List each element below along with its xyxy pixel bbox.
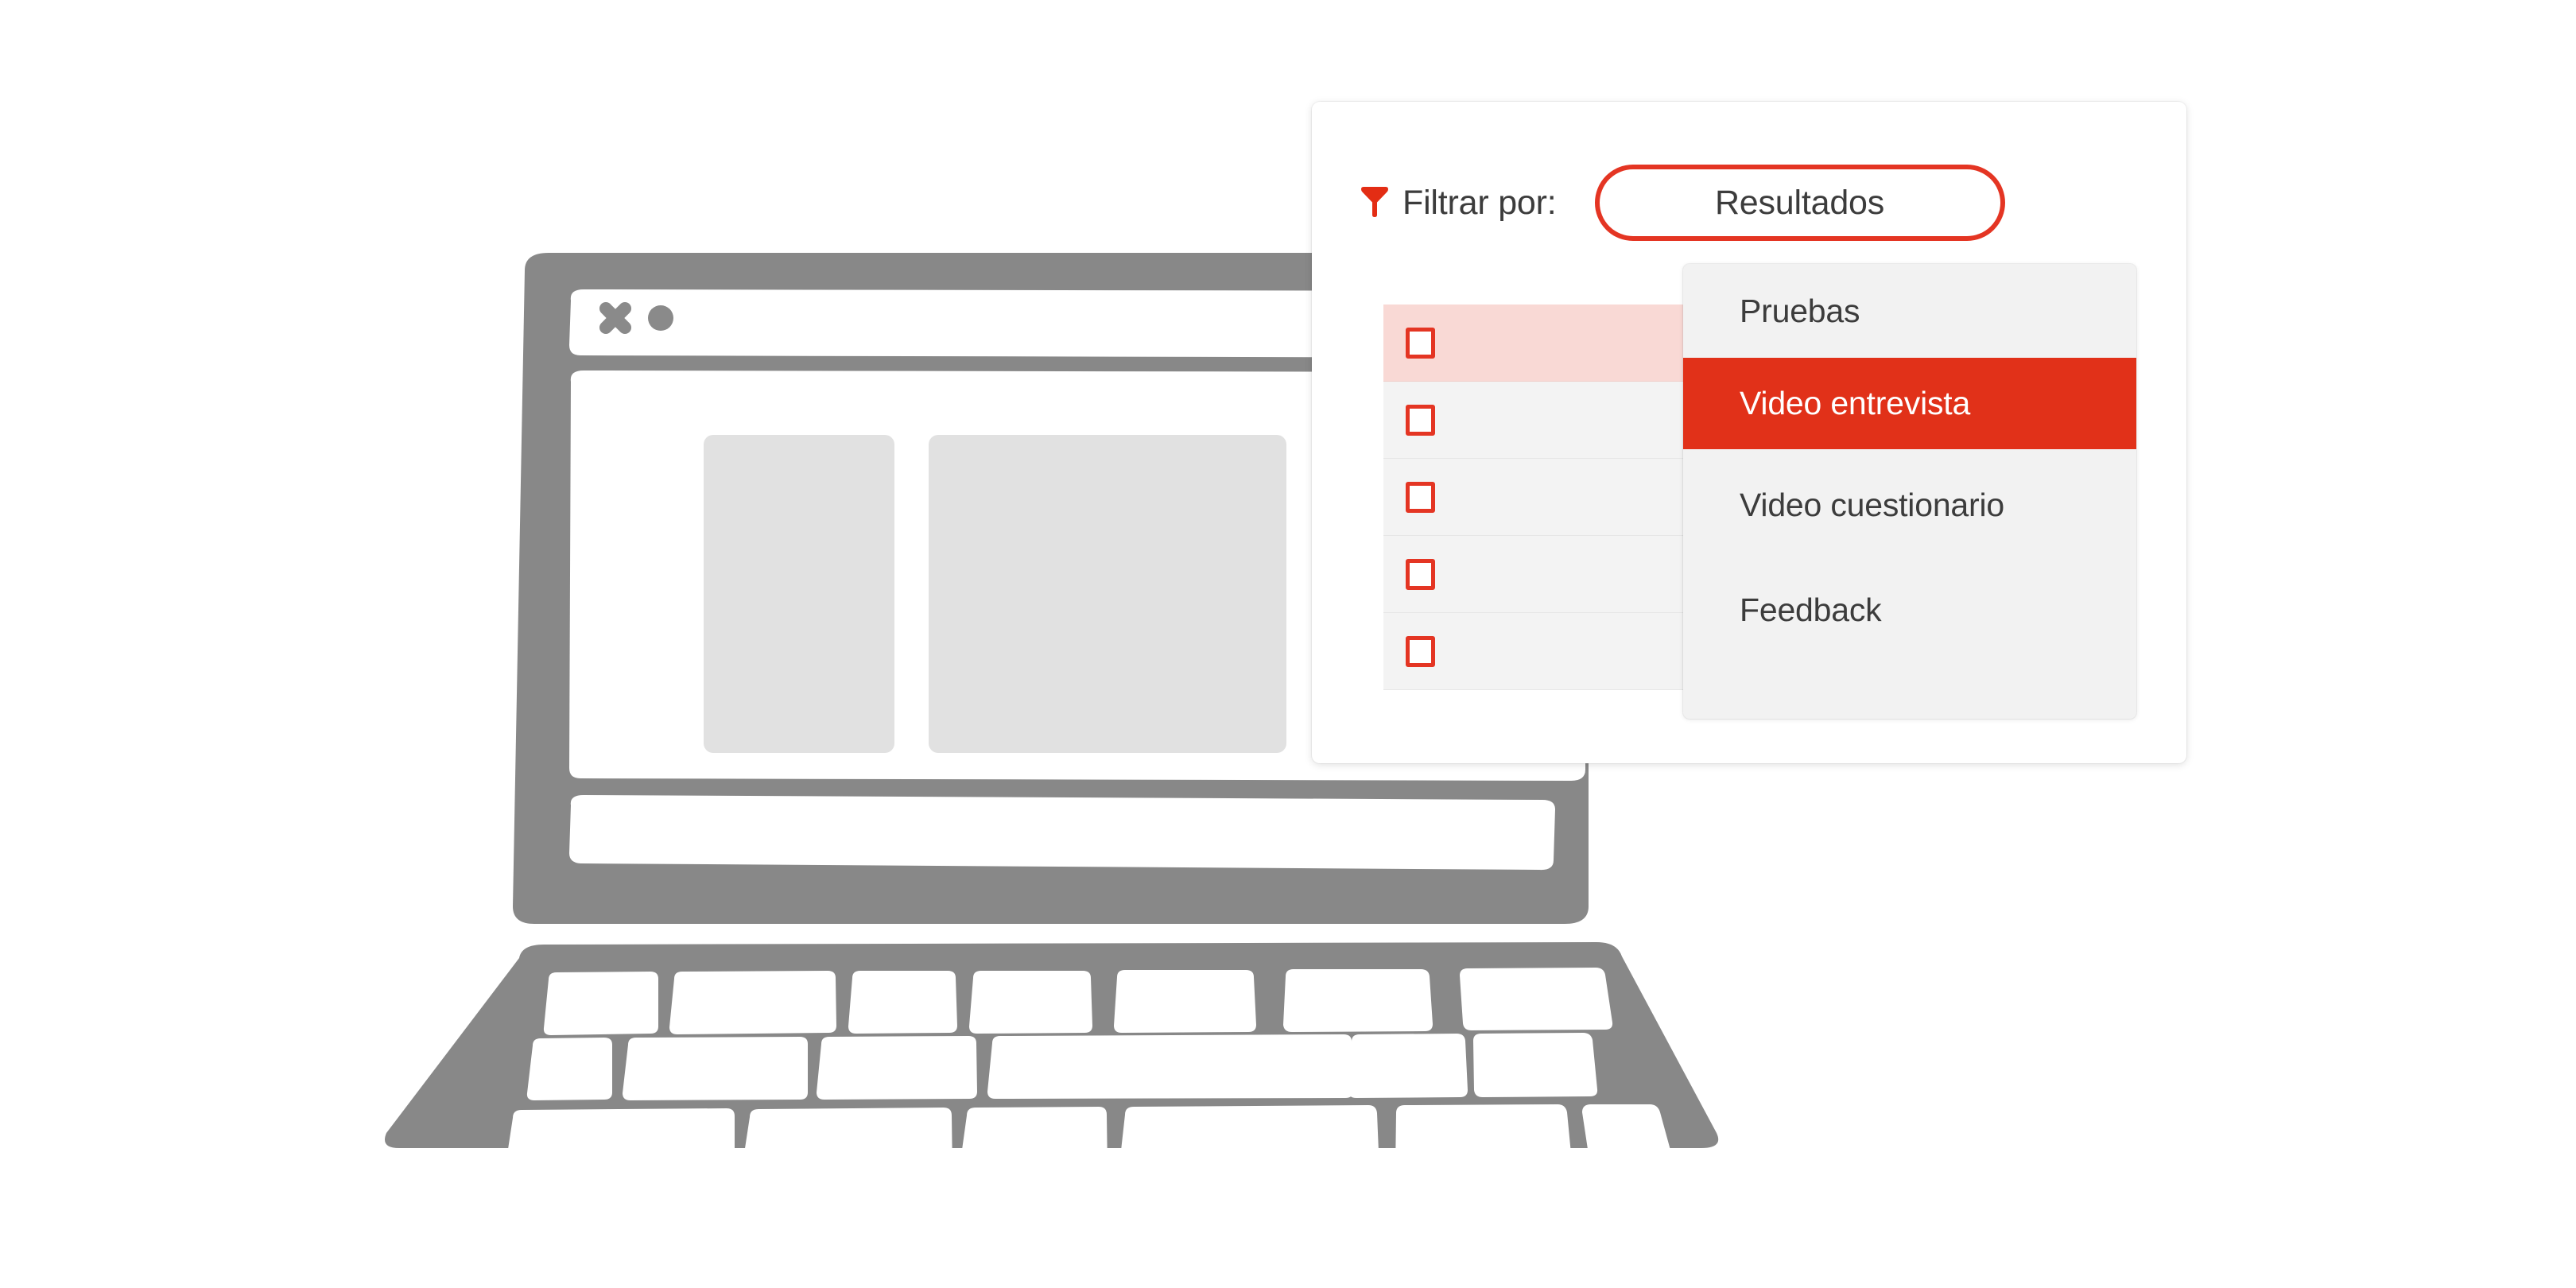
filter-value-pill[interactable]: Resultados [1594,165,2005,241]
filter-selected-value: Resultados [1714,183,1885,222]
menu-item-feedback[interactable]: Feedback [1683,561,2136,660]
row-checkbox[interactable] [1406,481,1435,513]
screenshot-root: Filtrar por: Resultados Pruebas Video en… [0,0,2576,1288]
menu-item-video-cuestionario[interactable]: Video cuestionario [1683,449,2136,561]
funnel-icon [1361,187,1388,217]
filter-row: Filtrar por: Resultados [1360,159,2005,246]
row-checkbox[interactable] [1406,404,1435,436]
row-checkbox[interactable] [1406,327,1435,359]
laptop-illustration [385,253,1719,1183]
menu-item-video-entrevista[interactable]: Video entrevista [1683,358,2136,449]
window-dot-icon [648,305,673,331]
window-close-x-icon [599,301,632,335]
row-checkbox[interactable] [1406,635,1435,667]
filter-label: Filtrar por: [1402,183,1557,222]
menu-item-pruebas[interactable]: Pruebas [1683,264,2136,358]
row-checkbox[interactable] [1406,558,1435,590]
filter-dropdown-menu: Pruebas Video entrevista Video cuestiona… [1683,264,2136,719]
laptop-keyboard-base [385,942,1719,1183]
keyboard-keys [503,968,1677,1183]
content-placeholder-blocks [704,435,1286,753]
